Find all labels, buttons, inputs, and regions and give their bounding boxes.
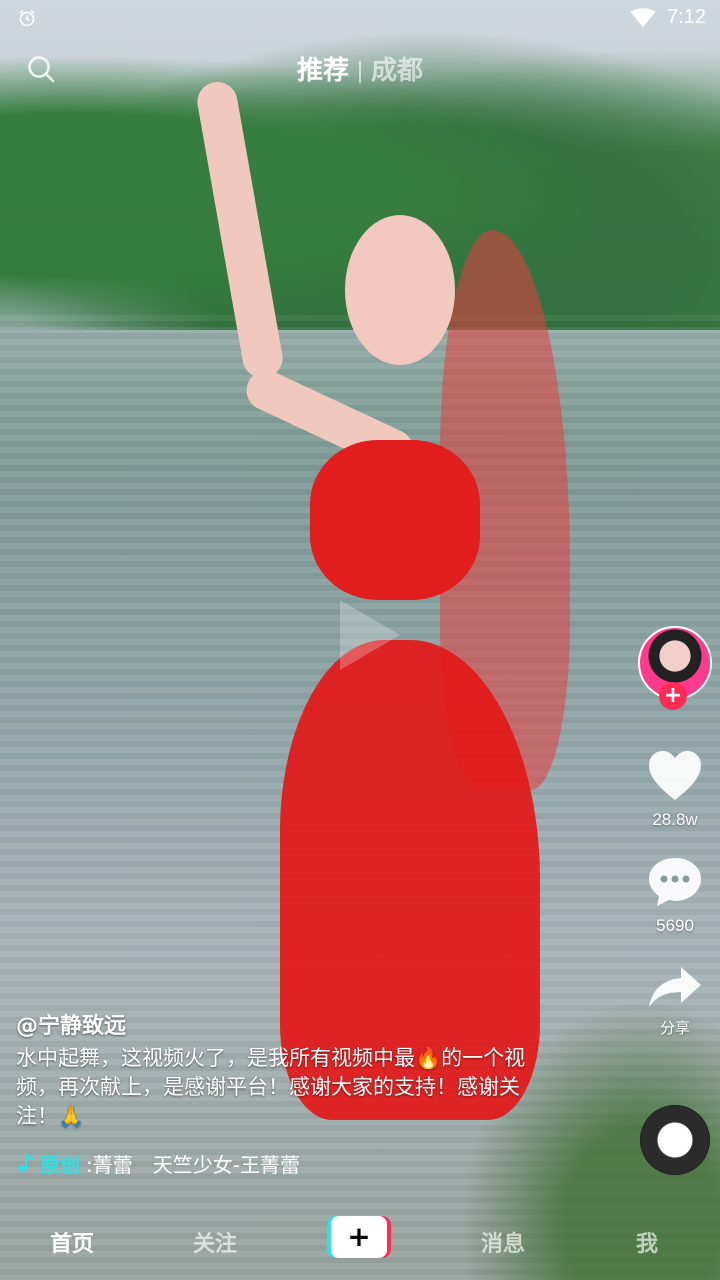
comment-button[interactable]: 5690 [634, 856, 716, 936]
bottom-nav: 首页 关注 + 消息 我 [0, 1206, 720, 1280]
music-info[interactable]: 原创 :菁蕾 天竺少女-王菁蕾 [16, 1148, 366, 1178]
tab-divider [359, 61, 361, 84]
top-tabs: 推荐 成都 [0, 50, 720, 87]
like-count: 28.8w [652, 810, 698, 829]
nav-home[interactable]: 首页 [50, 1226, 94, 1258]
like-button[interactable]: 28.8w [634, 750, 716, 830]
music-disc[interactable] [640, 1105, 710, 1175]
tab-local-city[interactable]: 成都 [363, 50, 431, 87]
follow-plus-button[interactable]: + [659, 682, 687, 710]
alarm-icon [19, 9, 35, 27]
plus-icon: + [331, 1216, 387, 1258]
nav-follow[interactable]: 关注 [193, 1226, 237, 1258]
tab-recommend[interactable]: 推荐 [289, 50, 357, 87]
share-label: 分享 [659, 1020, 690, 1037]
nav-me[interactable]: 我 [636, 1226, 658, 1258]
wifi-icon [630, 8, 656, 27]
song-title: :菁蕾 天竺少女-王菁蕾 [86, 1152, 300, 1177]
author-name[interactable]: @宁静致远 [16, 1008, 126, 1040]
share-button[interactable]: 分享 [634, 965, 716, 1038]
original-tag: 原创 [40, 1152, 80, 1177]
music-note-icon [18, 1153, 34, 1172]
status-time: 7:12 [667, 6, 706, 28]
status-bar: 7:12 [0, 0, 720, 36]
nav-messages[interactable]: 消息 [481, 1226, 525, 1258]
video-description: 水中起舞，这视频火了，是我所有视频中最🔥的一个视频，再次献上，是感谢平台！感谢大… [16, 1046, 526, 1128]
share-arrow-icon [649, 967, 701, 1007]
play-icon[interactable] [320, 590, 410, 680]
add-video-button[interactable]: + [327, 1216, 391, 1258]
comment-count: 5690 [656, 916, 694, 935]
dancer-figure [194, 78, 580, 1120]
comment-icon [649, 858, 701, 906]
heart-icon [649, 751, 701, 800]
